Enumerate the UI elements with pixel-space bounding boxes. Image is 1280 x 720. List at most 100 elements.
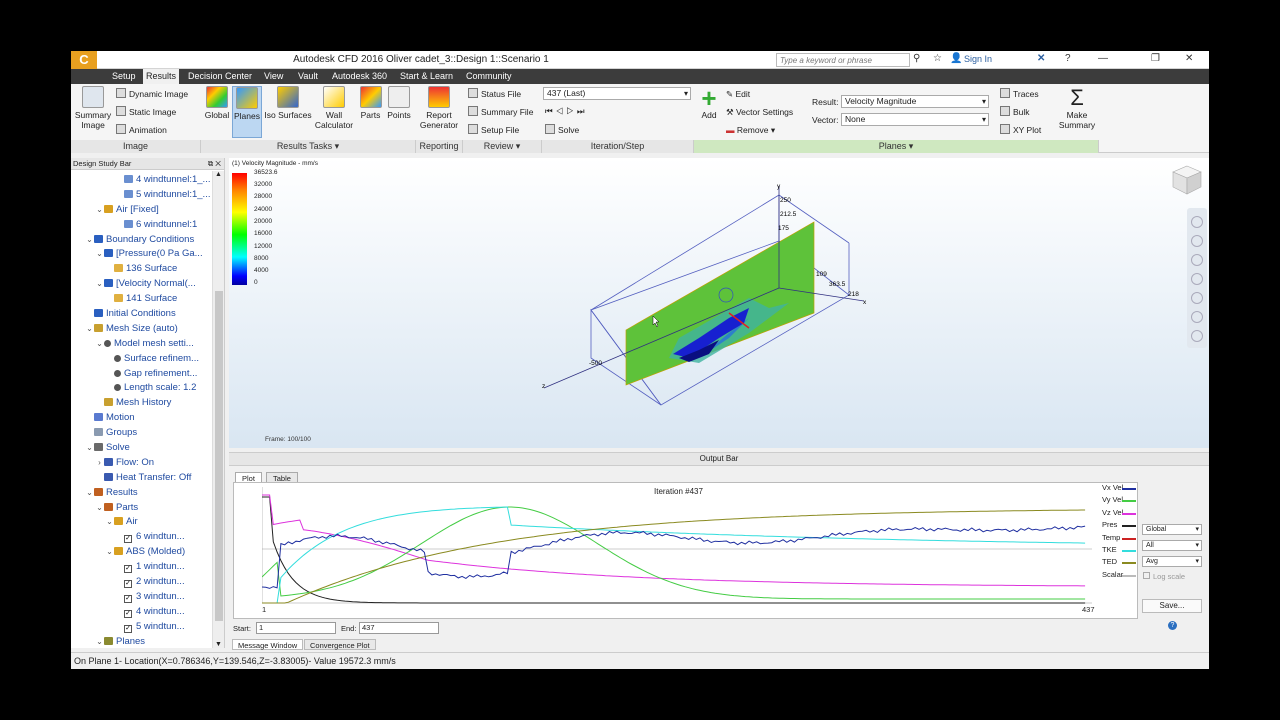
status-file-button[interactable]: Status File (468, 87, 521, 101)
menu-vault[interactable]: Vault (295, 69, 321, 84)
expand-arrow-icon[interactable]: ⌄ (95, 247, 104, 262)
tree-item[interactable]: Groups (71, 426, 211, 441)
expand-arrow-icon[interactable]: › (95, 456, 104, 471)
end-input[interactable]: 437 (359, 622, 439, 634)
3d-viewport[interactable]: (1) Velocity Magnitude - mm/s 36523.6 32… (229, 158, 1209, 448)
tree-item[interactable]: Heat Transfer: Off (71, 471, 211, 486)
tree-item[interactable]: ⌄ Air (71, 515, 211, 530)
tree-item[interactable]: Length scale: 1.2 (71, 381, 211, 396)
tree-item[interactable]: 141 Surface (71, 292, 211, 307)
save-button[interactable]: Save... (1142, 599, 1202, 613)
prev-step-icon[interactable]: ◁ (556, 106, 567, 116)
edit-plane-button[interactable]: ✎ Edit (726, 87, 750, 101)
expand-arrow-icon[interactable]: ⌄ (95, 337, 104, 352)
visibility-checkbox[interactable]: ✓ (124, 565, 132, 574)
tree-item[interactable]: ✓ 3 windtun... (71, 590, 211, 605)
dynamic-image-button[interactable]: Dynamic Image (116, 87, 188, 101)
quantity-select[interactable]: All (1142, 540, 1202, 551)
menu-view[interactable]: View (261, 69, 286, 84)
parts-button[interactable]: Parts (357, 86, 384, 120)
results-tasks-title[interactable]: Results Tasks ▾ (201, 140, 416, 153)
tree-item[interactable]: ⌄ Model mesh setti... (71, 337, 211, 352)
tree-item[interactable]: › Flow: On (71, 456, 211, 471)
static-image-button[interactable]: Static Image (116, 105, 176, 119)
expand-arrow-icon[interactable]: ⌄ (95, 277, 104, 292)
visibility-checkbox[interactable]: ✓ (124, 535, 132, 544)
tree-item[interactable]: ⌄ Planes (71, 635, 211, 648)
setup-file-button[interactable]: Setup File (468, 123, 519, 137)
summary-file-button[interactable]: Summary File (468, 105, 533, 119)
planes-button[interactable]: Planes (232, 86, 262, 138)
pan-icon[interactable] (1191, 235, 1203, 247)
walk-icon[interactable] (1191, 292, 1203, 304)
model-scene[interactable]: y 250 212.5 175 109 363.5 218 x z -500 (229, 158, 1209, 448)
tree-item[interactable]: Initial Conditions (71, 307, 211, 322)
points-button[interactable]: Points (385, 86, 413, 120)
expand-arrow-icon[interactable]: ⌄ (95, 203, 104, 218)
tree-item[interactable]: ⌄ Results (71, 486, 211, 501)
result-select[interactable]: Velocity Magnitude (841, 95, 989, 108)
tree-item[interactable]: Mesh History (71, 396, 211, 411)
tree-scrollbar[interactable]: ▲ ▼ (212, 171, 224, 648)
solve-button[interactable]: Solve (545, 123, 579, 137)
review-title[interactable]: Review ▾ (463, 140, 542, 153)
expand-arrow-icon[interactable]: ⌄ (105, 515, 114, 530)
tree-item[interactable]: Gap refinement... (71, 367, 211, 382)
help-icon[interactable]: ? (1065, 53, 1071, 64)
menu-decision-center[interactable]: Decision Center (185, 69, 255, 84)
exchange-icon[interactable]: ✕ (1037, 53, 1045, 64)
expand-arrow-icon[interactable]: ⌄ (85, 322, 94, 337)
last-step-icon[interactable]: ⏭ (577, 106, 588, 116)
tree-item[interactable]: ⌄ [Velocity Normal(... (71, 277, 211, 292)
scope-select[interactable]: Global (1142, 524, 1202, 535)
fit-icon[interactable] (1191, 330, 1203, 342)
menu-autodesk-360[interactable]: Autodesk 360 (329, 69, 390, 84)
menu-start-learn[interactable]: Start & Learn (397, 69, 456, 84)
first-step-icon[interactable]: ⏮ (545, 106, 556, 116)
traces-button[interactable]: Traces (1000, 87, 1039, 101)
center-icon[interactable] (1191, 311, 1203, 323)
make-summary-button[interactable]: Σ Make Summary (1056, 86, 1098, 131)
binoculars-icon[interactable]: ⚲ (913, 53, 920, 64)
tree-item[interactable]: ⌄ [Pressure(0 Pa Ga... (71, 247, 211, 262)
visibility-checkbox[interactable]: ✓ (124, 580, 132, 589)
next-step-icon[interactable]: ▷ (566, 106, 577, 116)
star-icon[interactable]: ☆ (933, 53, 942, 64)
help-icon[interactable]: ? (1168, 621, 1177, 630)
tree-item[interactable]: ✓ 5 windtun... (71, 620, 211, 635)
expand-arrow-icon[interactable]: ⌄ (85, 441, 94, 456)
tree-item[interactable]: ✓ 6 windtun... (71, 530, 211, 545)
menu-results[interactable]: Results (143, 69, 180, 84)
summary-image-button[interactable]: Summary Image (74, 86, 112, 130)
menu-setup[interactable]: Setup (109, 69, 139, 84)
view-cube-icon[interactable] (1170, 163, 1204, 197)
tree-item[interactable]: ⌄ Solve (71, 441, 211, 456)
tree-item[interactable]: ✓ 2 windtun... (71, 575, 211, 590)
tree-item[interactable]: ✓ 1 windtun... (71, 560, 211, 575)
planes-title[interactable]: Planes ▾ (694, 140, 1099, 153)
tree-item[interactable]: 6 windtunnel:1 (71, 218, 211, 233)
close-icon[interactable]: ✕ (1185, 53, 1193, 64)
tab-message-window[interactable]: Message Window (232, 639, 304, 650)
expand-arrow-icon[interactable]: ⌄ (95, 501, 104, 516)
expand-arrow-icon[interactable]: ⌄ (85, 233, 94, 248)
tree-item[interactable]: Surface refinem... (71, 352, 211, 367)
start-input[interactable]: 1 (256, 622, 336, 634)
expand-arrow-icon[interactable]: ⌄ (85, 486, 94, 501)
tab-convergence-plot[interactable]: Convergence Plot (304, 639, 376, 650)
tree-item[interactable]: Motion (71, 411, 211, 426)
restore-icon[interactable]: ❐ (1151, 53, 1160, 64)
search-input[interactable]: Type a keyword or phrase (776, 53, 910, 67)
log-scale-checkbox[interactable]: Log scale (1143, 572, 1185, 581)
tree-scroll-thumb[interactable] (215, 291, 223, 621)
scroll-up-icon[interactable]: ▲ (215, 171, 222, 178)
look-icon[interactable] (1191, 273, 1203, 285)
vector-select[interactable]: None (841, 113, 989, 126)
visibility-checkbox[interactable]: ✓ (124, 594, 132, 603)
tree-item[interactable]: ⌄ ABS (Molded) (71, 545, 211, 560)
global-button[interactable]: Global (202, 86, 232, 120)
animation-button[interactable]: Animation (116, 123, 167, 137)
tree-item[interactable]: ⌄ Parts (71, 501, 211, 516)
iteration-select[interactable]: 437 (Last) (543, 87, 691, 100)
zoom-icon[interactable] (1191, 254, 1203, 266)
